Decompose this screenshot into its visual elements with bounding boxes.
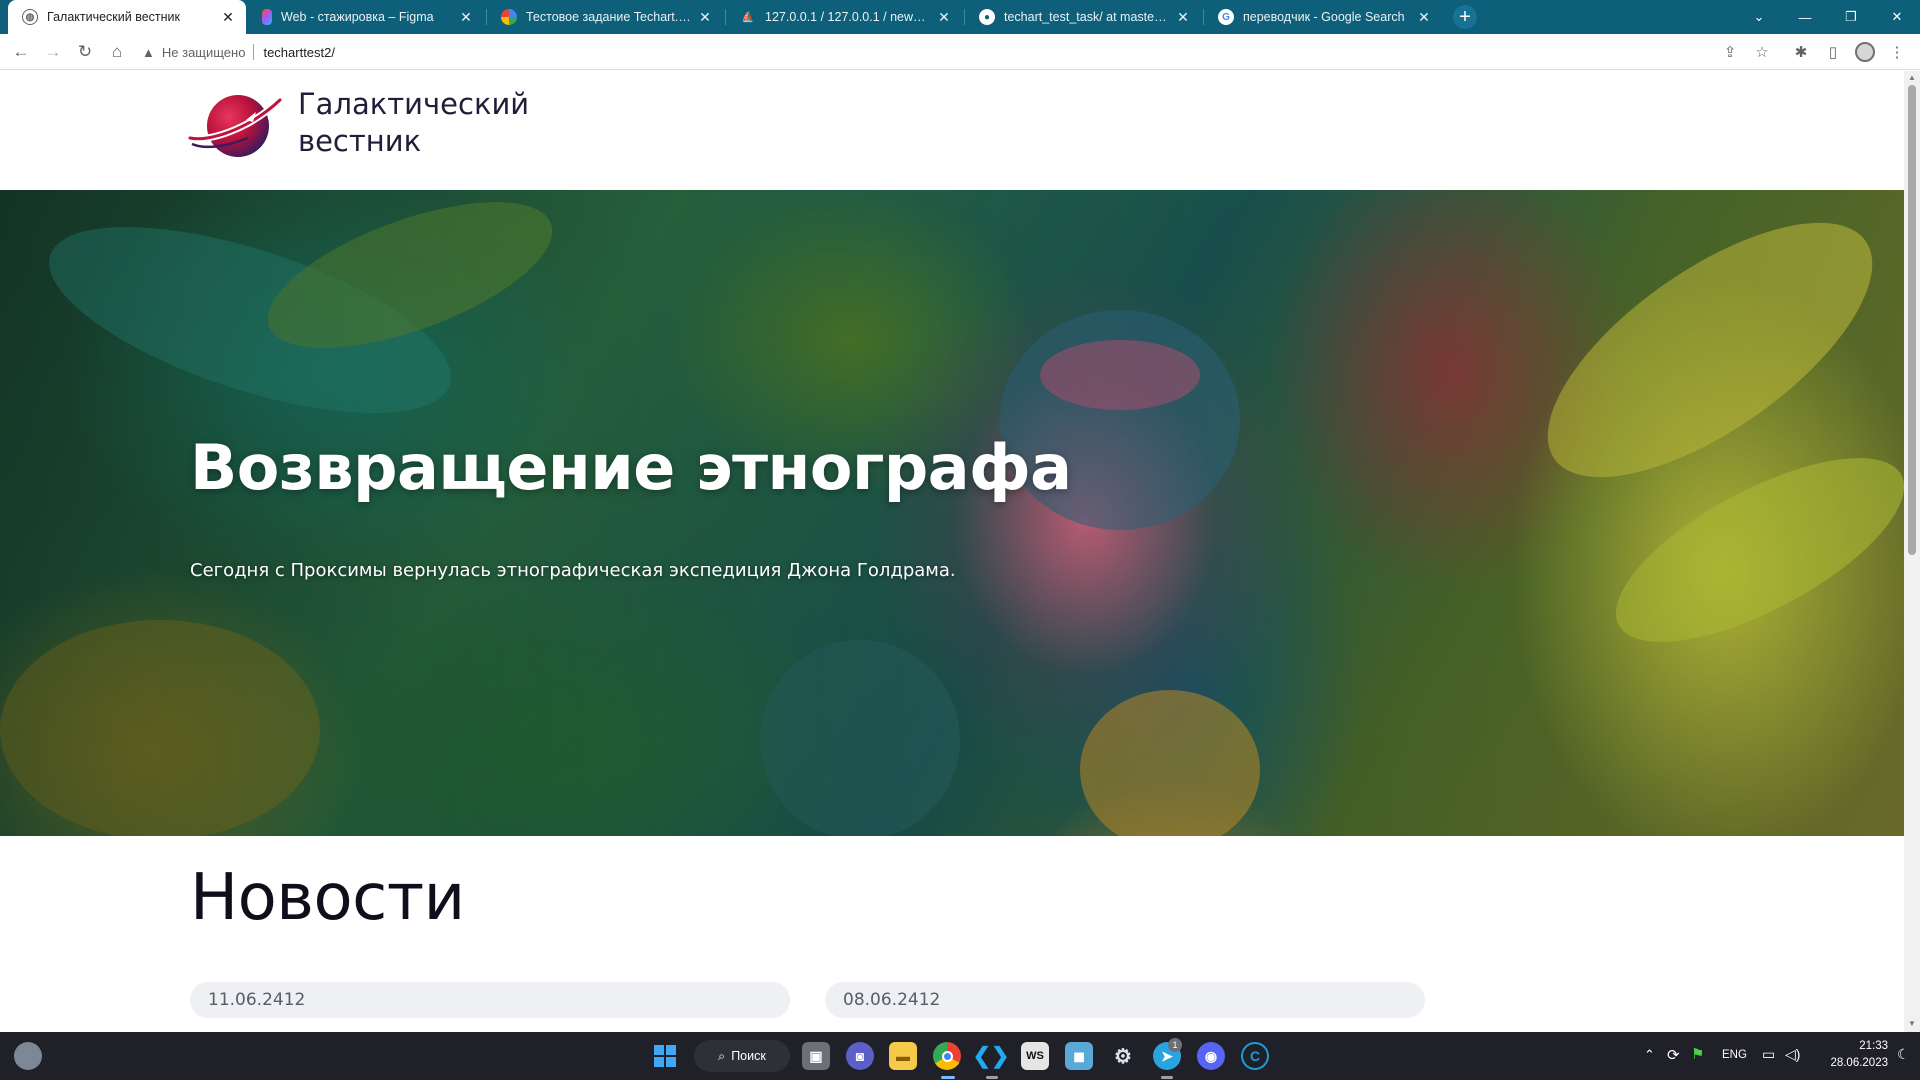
site-title[interactable]: Галактический вестник [298,86,538,160]
tab-title: Галактический вестник [47,10,180,24]
google-docs-icon [501,9,517,25]
close-window-button[interactable]: ✕ [1874,0,1920,34]
tab-search-chevron-icon[interactable]: ⌄ [1736,0,1782,34]
planet-logo-icon[interactable] [188,90,284,162]
github-icon: ● [979,9,995,25]
webstorm-icon[interactable]: WS [1021,1042,1049,1070]
minimize-button[interactable]: — [1782,0,1828,34]
vscode-icon[interactable]: ❮❯ [973,1042,1010,1070]
close-tab-icon[interactable]: ✕ [697,9,713,26]
windows-start-icon[interactable] [651,1042,679,1070]
page-viewport: Галактический вестник Возвращение этногр… [0,71,1904,1032]
restore-button[interactable]: ❐ [1828,0,1874,34]
address-bar[interactable]: ▲ Не защищено techarttest2/ [142,38,1682,66]
close-tab-icon[interactable]: ✕ [220,9,236,26]
tab-title: 127.0.0.1 / 127.0.0.1 / news / new [765,10,930,24]
scroll-up-arrow-icon[interactable]: ▲ [1908,73,1916,82]
notifications-moon-icon[interactable]: ☾ [1897,1046,1910,1063]
discord-icon[interactable]: ◉ [1197,1042,1225,1070]
clock-date[interactable]: 28.06.2023 [1818,1057,1888,1069]
page-scrollbar[interactable]: ▲ ▼ [1904,71,1920,1032]
news-card-date[interactable]: 08.06.2412 [825,982,1425,1018]
close-tab-icon[interactable]: ✕ [936,9,952,26]
share-icon[interactable]: ⇪ [1718,40,1742,64]
copilot-app-icon[interactable]: C [1241,1042,1269,1070]
search-label: Поиск [731,1049,766,1063]
tab-title: techart_test_task/ at master · the [1004,10,1169,24]
url-text[interactable]: techarttest2/ [263,45,335,60]
tab-github[interactable]: ● techart_test_task/ at master · the ✕ [965,0,1201,34]
taskbar-search[interactable]: ⌕ Поиск [694,1040,790,1072]
browser-toolbar: ← → ↻ ⌂ ▲ Не защищено techarttest2/ ⇪ ☆ … [0,34,1920,70]
language-indicator[interactable]: ENG [1722,1049,1747,1061]
figma-icon [262,9,272,25]
back-button[interactable]: ← [9,40,33,64]
hero-banner: Возвращение этнографа Сегодня с Проксимы… [0,190,1904,836]
news-date: 08.06.2412 [843,990,941,1010]
sync-tray-icon[interactable]: ⟳ [1667,1046,1680,1064]
hero-title[interactable]: Возвращение этнографа [190,431,1072,504]
browser-tab-strip: ◍ Галактический вестник ✕ Web - стажиров… [0,0,1920,34]
phpmyadmin-icon: ⛵ [741,11,755,23]
security-label[interactable]: Не защищено [162,45,246,60]
tab-phpmyadmin[interactable]: ⛵ 127.0.0.1 / 127.0.0.1 / news / new ✕ [726,0,962,34]
forward-button[interactable]: → [41,40,65,64]
chrome-icon[interactable] [933,1042,961,1070]
tab-title: Web - стажировка – Figma [281,10,434,24]
close-tab-icon[interactable]: ✕ [458,9,474,26]
tab-galactic-herald[interactable]: ◍ Галактический вестник ✕ [8,0,246,34]
clock-time[interactable]: 21:33 [1828,1040,1888,1052]
site-header: Галактический вестник [0,71,1904,190]
bookmark-star-icon[interactable]: ☆ [1750,40,1774,64]
teams-chat-icon[interactable]: ◙ [846,1042,874,1070]
tray-overflow-chevron-icon[interactable]: ⌃ [1644,1047,1655,1063]
file-explorer-icon[interactable]: ▬ [889,1042,917,1070]
task-view-icon[interactable]: ▣ [802,1042,830,1070]
extensions-puzzle-icon[interactable]: ✱ [1789,40,1813,64]
flag-tray-icon[interactable]: ⚑ [1691,1045,1704,1063]
hero-subtitle: Сегодня с Проксимы вернулась этнографиче… [190,560,956,581]
close-tab-icon[interactable]: ✕ [1416,9,1432,26]
tab-google-search[interactable]: G переводчик - Google Search ✕ [1204,0,1442,34]
google-icon: G [1218,9,1234,25]
warning-icon[interactable]: ▲ [142,45,155,60]
news-heading: Новости [190,861,465,935]
network-icon[interactable]: ▭ [1762,1046,1775,1063]
news-card-date[interactable]: 11.06.2412 [190,982,790,1018]
news-date: 11.06.2412 [208,990,306,1010]
tab-test-task-doc[interactable]: Тестовое задание Techart.Web ✕ [487,0,723,34]
new-tab-button[interactable]: + [1453,5,1477,29]
profile-avatar[interactable] [1853,40,1877,64]
app-window-icon[interactable]: ◼ [1065,1042,1093,1070]
side-panel-icon[interactable]: ▯ [1821,40,1845,64]
telegram-unread-badge: 1 [1168,1038,1182,1052]
volume-icon[interactable]: ◁) [1785,1046,1800,1063]
reload-button[interactable]: ↻ [73,40,97,64]
home-button[interactable]: ⌂ [105,40,129,64]
tab-figma[interactable]: Web - стажировка – Figma ✕ [248,0,484,34]
browser-menu-icon[interactable]: ⋮ [1885,40,1909,64]
scrollbar-thumb[interactable] [1908,85,1916,555]
tab-title: переводчик - Google Search [1243,10,1405,24]
windows-taskbar: ⌕ Поиск ▣ ◙ ▬ ❮❯ WS ◼ ⚙ ➤ 1 ◉ C ⌃ ⟳ ⚑ EN… [0,1032,1920,1080]
steam-icon[interactable]: ⚙ [1109,1042,1137,1070]
search-icon: ⌕ [718,1048,726,1063]
scroll-down-arrow-icon[interactable]: ▼ [1908,1019,1916,1028]
weather-widget-icon[interactable] [14,1042,42,1070]
tab-title: Тестовое задание Techart.Web [526,10,691,24]
globe-icon: ◍ [22,9,38,25]
close-tab-icon[interactable]: ✕ [1175,9,1191,26]
